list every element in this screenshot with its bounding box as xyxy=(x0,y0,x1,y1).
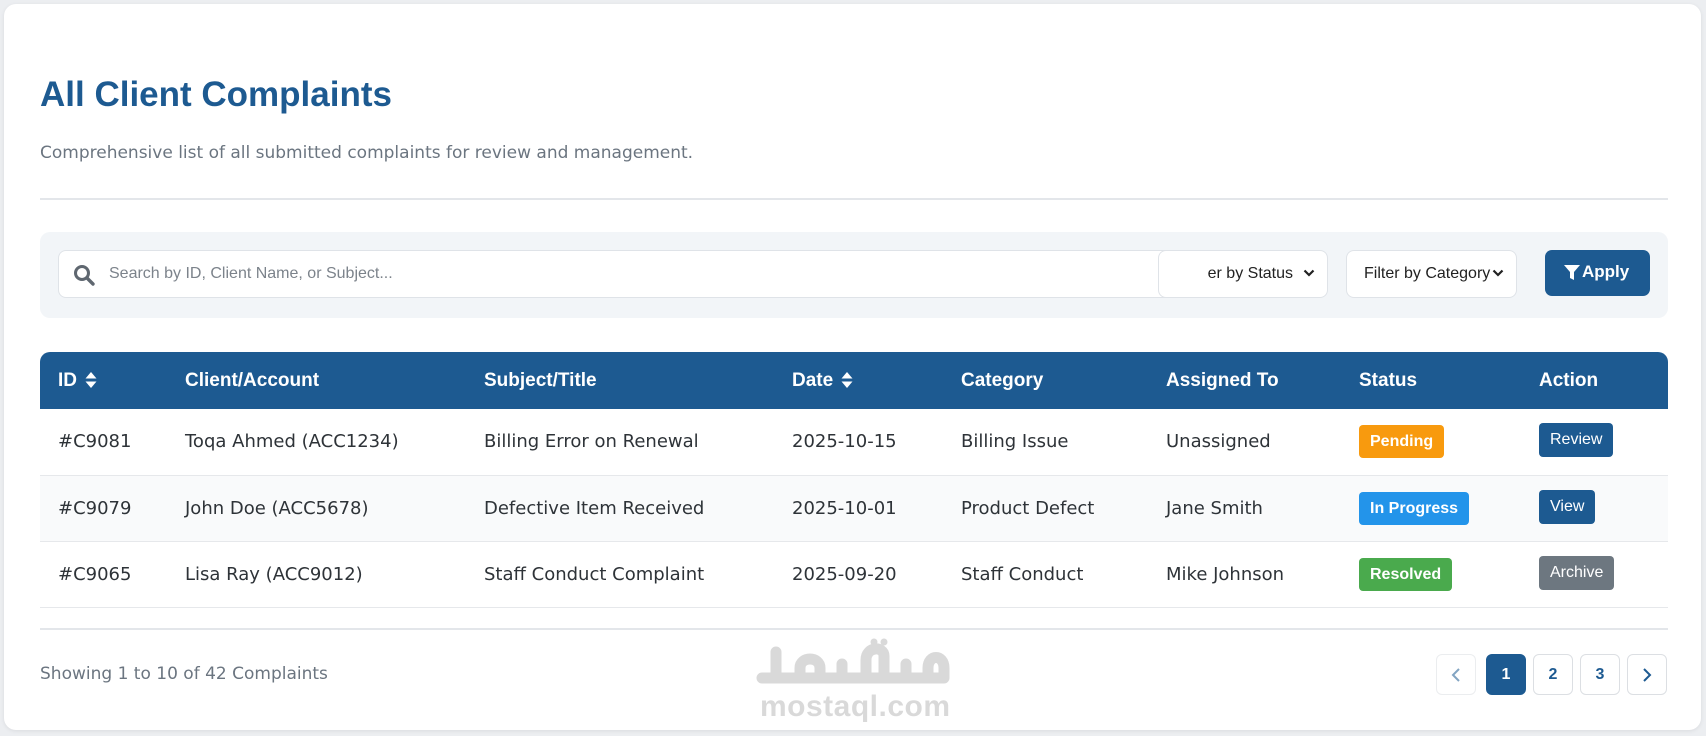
filter-bar: er by Status Filter by Category Apply xyxy=(40,232,1668,318)
apply-button-label: Apply xyxy=(1582,262,1630,281)
cell-date: 2025-09-20 xyxy=(774,541,943,608)
page-2-button[interactable]: 2 xyxy=(1533,654,1573,695)
mostaql-watermark: mostaql.com xyxy=(756,638,956,728)
chevron-right-icon xyxy=(1643,668,1652,682)
cell-client: Lisa Ray (ACC9012) xyxy=(167,541,466,608)
table-header-row: ID Client/Account Subject/Title Date Cat… xyxy=(40,352,1668,409)
review-button[interactable]: Review xyxy=(1539,423,1614,458)
cell-action: View xyxy=(1521,475,1668,542)
column-header-assigned: Assigned To xyxy=(1166,369,1279,391)
cell-id: #C9081 xyxy=(40,409,167,476)
filter-icon xyxy=(1564,265,1580,280)
status-filter-select[interactable]: er by Status xyxy=(1158,250,1328,298)
header-divider xyxy=(40,198,1668,200)
chevron-down-icon xyxy=(1492,269,1504,277)
cell-action: Review xyxy=(1521,409,1668,476)
cell-assigned: Mike Johnson xyxy=(1148,541,1341,608)
page-subtitle: Comprehensive list of all submitted comp… xyxy=(40,143,694,163)
sort-icon[interactable] xyxy=(841,371,853,389)
table-row: #C9079 John Doe (ACC5678) Defective Item… xyxy=(40,475,1668,542)
cell-category: Staff Conduct xyxy=(943,541,1148,608)
chevron-down-icon xyxy=(1303,269,1315,277)
cell-subject: Defective Item Received xyxy=(466,475,774,542)
column-header-status: Status xyxy=(1359,369,1418,391)
next-page-button[interactable] xyxy=(1627,654,1667,695)
cell-status: Pending xyxy=(1341,409,1521,476)
cell-client: Toqa Ahmed (ACC1234) xyxy=(167,409,466,476)
cell-category: Product Defect xyxy=(943,475,1148,542)
page-1-button[interactable]: 1 xyxy=(1486,654,1526,695)
cell-subject: Billing Error on Renewal xyxy=(466,409,774,476)
status-badge: Pending xyxy=(1359,425,1445,459)
column-header-action: Action xyxy=(1539,369,1599,391)
column-header-id[interactable]: ID xyxy=(40,352,167,409)
page-3-button[interactable]: 3 xyxy=(1580,654,1620,695)
cell-category: Billing Issue xyxy=(943,409,1148,476)
column-header-category: Category xyxy=(961,369,1044,391)
cell-client: John Doe (ACC5678) xyxy=(167,475,466,542)
cell-id: #C9065 xyxy=(40,541,167,608)
status-filter-label: er by Status xyxy=(1207,265,1293,282)
mostaql-logo xyxy=(756,638,950,684)
footer-divider xyxy=(40,628,1668,630)
cell-status: Resolved xyxy=(1341,541,1521,608)
category-filter-select[interactable]: Filter by Category xyxy=(1346,250,1517,298)
cell-id: #C9079 xyxy=(40,475,167,542)
previous-page-button[interactable] xyxy=(1436,654,1476,695)
view-button[interactable]: View xyxy=(1539,489,1596,524)
pagination-summary: Showing 1 to 10 of 42 Complaints xyxy=(40,664,328,684)
status-badge: Resolved xyxy=(1359,557,1453,591)
category-filter-label: Filter by Category xyxy=(1364,265,1491,282)
cell-assigned: Jane Smith xyxy=(1148,475,1341,542)
status-badge: In Progress xyxy=(1359,491,1470,525)
apply-button[interactable]: Apply xyxy=(1545,250,1650,296)
column-header-subject: Subject/Title xyxy=(484,369,597,391)
sort-icon[interactable] xyxy=(85,371,97,389)
cell-subject: Staff Conduct Complaint xyxy=(466,541,774,608)
complaints-table: ID Client/Account Subject/Title Date Cat… xyxy=(40,352,1668,608)
column-header-date[interactable]: Date xyxy=(774,352,943,409)
search-field[interactable] xyxy=(58,250,1201,298)
cell-date: 2025-10-15 xyxy=(774,409,943,476)
cell-status: In Progress xyxy=(1341,475,1521,542)
search-icon xyxy=(74,265,95,286)
table-row: #C9081 Toqa Ahmed (ACC1234) Billing Erro… xyxy=(40,409,1668,476)
column-header-client: Client/Account xyxy=(185,369,320,391)
page-title: All Client Complaints xyxy=(40,75,392,114)
chevron-left-icon xyxy=(1451,668,1460,682)
cell-assigned: Unassigned xyxy=(1148,409,1341,476)
watermark-text: mostaql.com xyxy=(760,690,951,723)
complaints-card: All Client Complaints Comprehensive list… xyxy=(4,4,1701,730)
archive-button[interactable]: Archive xyxy=(1539,555,1615,590)
cell-date: 2025-10-01 xyxy=(774,475,943,542)
table-row: #C9065 Lisa Ray (ACC9012) Staff Conduct … xyxy=(40,541,1668,608)
cell-action: Archive xyxy=(1521,541,1668,608)
search-input[interactable] xyxy=(109,259,1189,289)
